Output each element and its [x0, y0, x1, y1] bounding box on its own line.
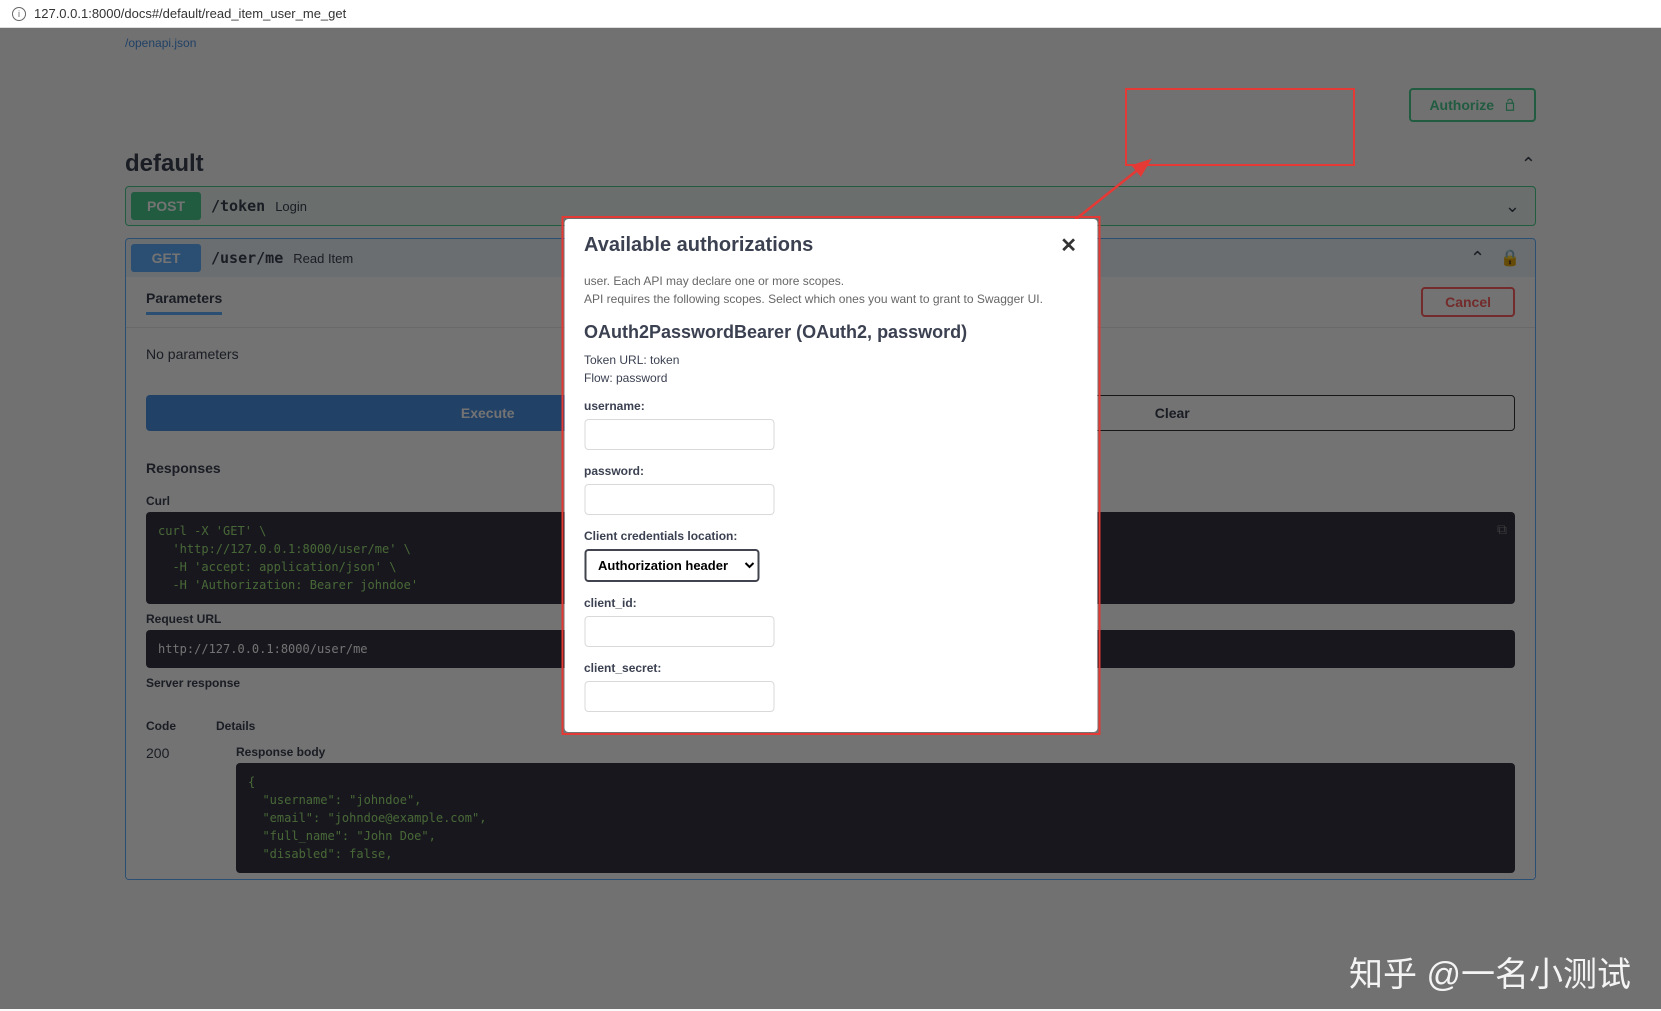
modal-title: Available authorizations [584, 234, 813, 257]
password-input[interactable] [584, 484, 774, 515]
client-id-label: client_id: [584, 596, 1077, 610]
close-icon[interactable]: ✕ [1060, 233, 1077, 258]
cred-location-select[interactable]: Authorization header [584, 549, 759, 582]
modal-desc-line: API requires the following scopes. Selec… [584, 290, 1077, 308]
username-input[interactable] [584, 419, 774, 450]
token-url: Token URL: token [584, 353, 1077, 367]
flow-type: Flow: password [584, 371, 1077, 385]
password-label: password: [584, 464, 1077, 478]
client-secret-input[interactable] [584, 681, 774, 712]
username-label: username: [584, 399, 1077, 413]
info-icon: i [12, 7, 26, 21]
auth-modal: Available authorizations ✕ user. Each AP… [561, 216, 1100, 735]
browser-url-bar: i 127.0.0.1:8000/docs#/default/read_item… [0, 0, 1661, 28]
client-id-input[interactable] [584, 616, 774, 647]
auth-scheme-name: OAuth2PasswordBearer (OAuth2, password) [584, 322, 1077, 343]
cred-location-label: Client credentials location: [584, 529, 1077, 543]
modal-desc-line: user. Each API may declare one or more s… [584, 272, 1077, 290]
watermark: 知乎 @一名小测试 [1349, 947, 1631, 996]
client-secret-label: client_secret: [584, 661, 1077, 675]
url-text: 127.0.0.1:8000/docs#/default/read_item_u… [34, 6, 346, 21]
